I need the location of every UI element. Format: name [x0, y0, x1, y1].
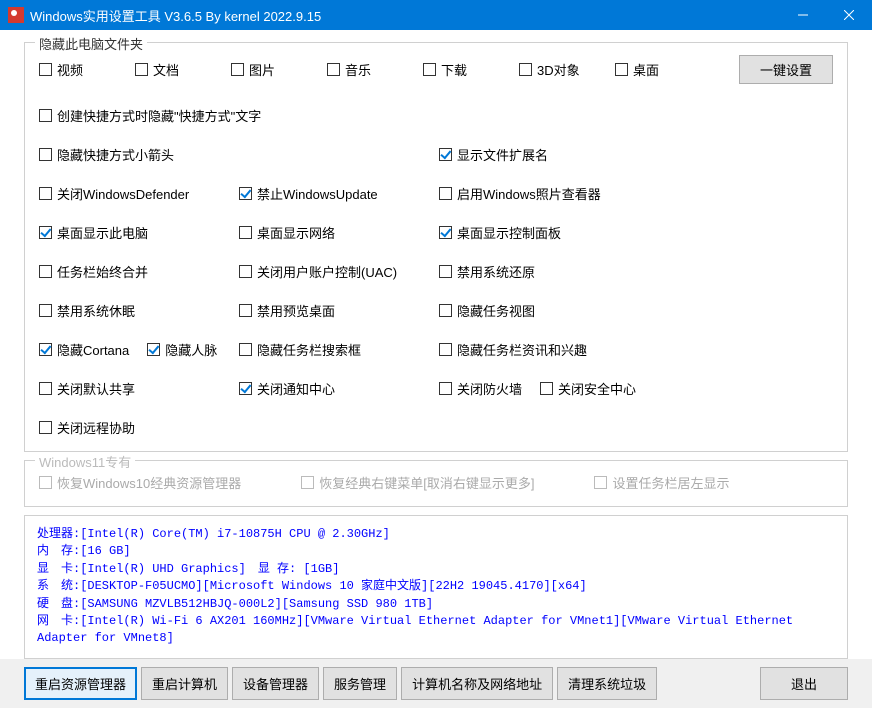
cb-photo-viewer[interactable]: 启用Windows照片查看器	[439, 184, 639, 203]
cb-show-cpanel[interactable]: 桌面显示控制面板	[439, 223, 639, 242]
cb-disable-uac[interactable]: 关闭用户账户控制(UAC)	[239, 262, 439, 281]
cb-taskbar-combine[interactable]: 任务栏始终合并	[39, 262, 239, 281]
cb-show-ext[interactable]: 显示文件扩展名	[439, 145, 639, 164]
cb-3dobjects[interactable]: 3D对象	[519, 60, 580, 79]
cb-win11-taskleft: 设置任务栏居左显示	[594, 473, 729, 492]
clean-junk-button[interactable]: 清理系统垃圾	[557, 667, 657, 700]
bottom-toolbar: 重启资源管理器 重启计算机 设备管理器 服务管理 计算机名称及网络地址 清理系统…	[24, 665, 848, 700]
cb-disable-peek[interactable]: 禁用预览桌面	[239, 301, 439, 320]
group-title-win11: Windows11专有	[35, 452, 135, 471]
cb-disable-update[interactable]: 禁止WindowsUpdate	[239, 184, 439, 203]
cb-pictures[interactable]: 图片	[231, 60, 275, 79]
restart-explorer-button[interactable]: 重启资源管理器	[24, 667, 137, 700]
app-icon	[8, 7, 24, 23]
cb-hide-news[interactable]: 隐藏任务栏资讯和兴趣	[439, 340, 639, 359]
close-button[interactable]	[826, 0, 872, 30]
app-window: Windows实用设置工具 V3.6.5 By kernel 2022.9.15…	[0, 0, 872, 659]
cb-music[interactable]: 音乐	[327, 60, 371, 79]
cb-close-firewall[interactable]: 关闭防火墙	[439, 379, 522, 398]
cb-close-share[interactable]: 关闭默认共享	[39, 379, 239, 398]
cb-close-notif[interactable]: 关闭通知中心	[239, 379, 439, 398]
cb-hide-shortcut-text[interactable]: 创建快捷方式时隐藏"快捷方式"文字	[39, 106, 439, 125]
cb-close-remote[interactable]: 关闭远程协助	[39, 418, 209, 437]
cb-video[interactable]: 视频	[39, 60, 83, 79]
cb-hide-cortana[interactable]: 隐藏Cortana	[39, 340, 129, 359]
restart-pc-button[interactable]: 重启计算机	[141, 667, 228, 700]
cb-close-defender[interactable]: 关闭WindowsDefender	[39, 184, 239, 203]
cb-downloads[interactable]: 下载	[423, 60, 467, 79]
cb-hide-shortcut-arrow[interactable]: 隐藏快捷方式小箭头	[39, 145, 439, 164]
computer-name-button[interactable]: 计算机名称及网络地址	[401, 667, 553, 700]
cb-hide-people[interactable]: 隐藏人脉	[147, 340, 217, 359]
cb-hide-searchbox[interactable]: 隐藏任务栏搜索框	[239, 340, 439, 359]
cb-close-security[interactable]: 关闭安全中心	[540, 379, 636, 398]
cb-win11-explorer: 恢复Windows10经典资源管理器	[39, 473, 241, 492]
services-button[interactable]: 服务管理	[323, 667, 397, 700]
cb-show-thispc[interactable]: 桌面显示此电脑	[39, 223, 239, 242]
device-manager-button[interactable]: 设备管理器	[232, 667, 319, 700]
cb-win11-rclick: 恢复经典右键菜单[取消右键显示更多]	[301, 473, 534, 492]
titlebar: Windows实用设置工具 V3.6.5 By kernel 2022.9.15	[0, 0, 872, 30]
hide-folders-group: 隐藏此电脑文件夹 视频 文档 图片 音乐 下载 3D对象 桌面 一键设置 创建快…	[24, 42, 848, 452]
cb-show-network[interactable]: 桌面显示网络	[239, 223, 439, 242]
minimize-button[interactable]	[780, 0, 826, 30]
window-title: Windows实用设置工具 V3.6.5 By kernel 2022.9.15	[30, 6, 780, 25]
cb-disable-hibernate[interactable]: 禁用系统休眠	[39, 301, 239, 320]
cb-desktop[interactable]: 桌面	[615, 60, 659, 79]
exit-button[interactable]: 退出	[760, 667, 848, 700]
system-info: 处理器: [Intel(R) Core(TM) i7-10875H CPU @ …	[24, 515, 848, 659]
group-title: 隐藏此电脑文件夹	[35, 34, 147, 53]
cb-disable-restore[interactable]: 禁用系统还原	[439, 262, 639, 281]
oneclick-button[interactable]: 一键设置	[739, 55, 833, 84]
cb-documents[interactable]: 文档	[135, 60, 179, 79]
win11-group: Windows11专有 恢复Windows10经典资源管理器 恢复经典右键菜单[…	[24, 460, 848, 507]
cb-hide-taskview[interactable]: 隐藏任务视图	[439, 301, 639, 320]
